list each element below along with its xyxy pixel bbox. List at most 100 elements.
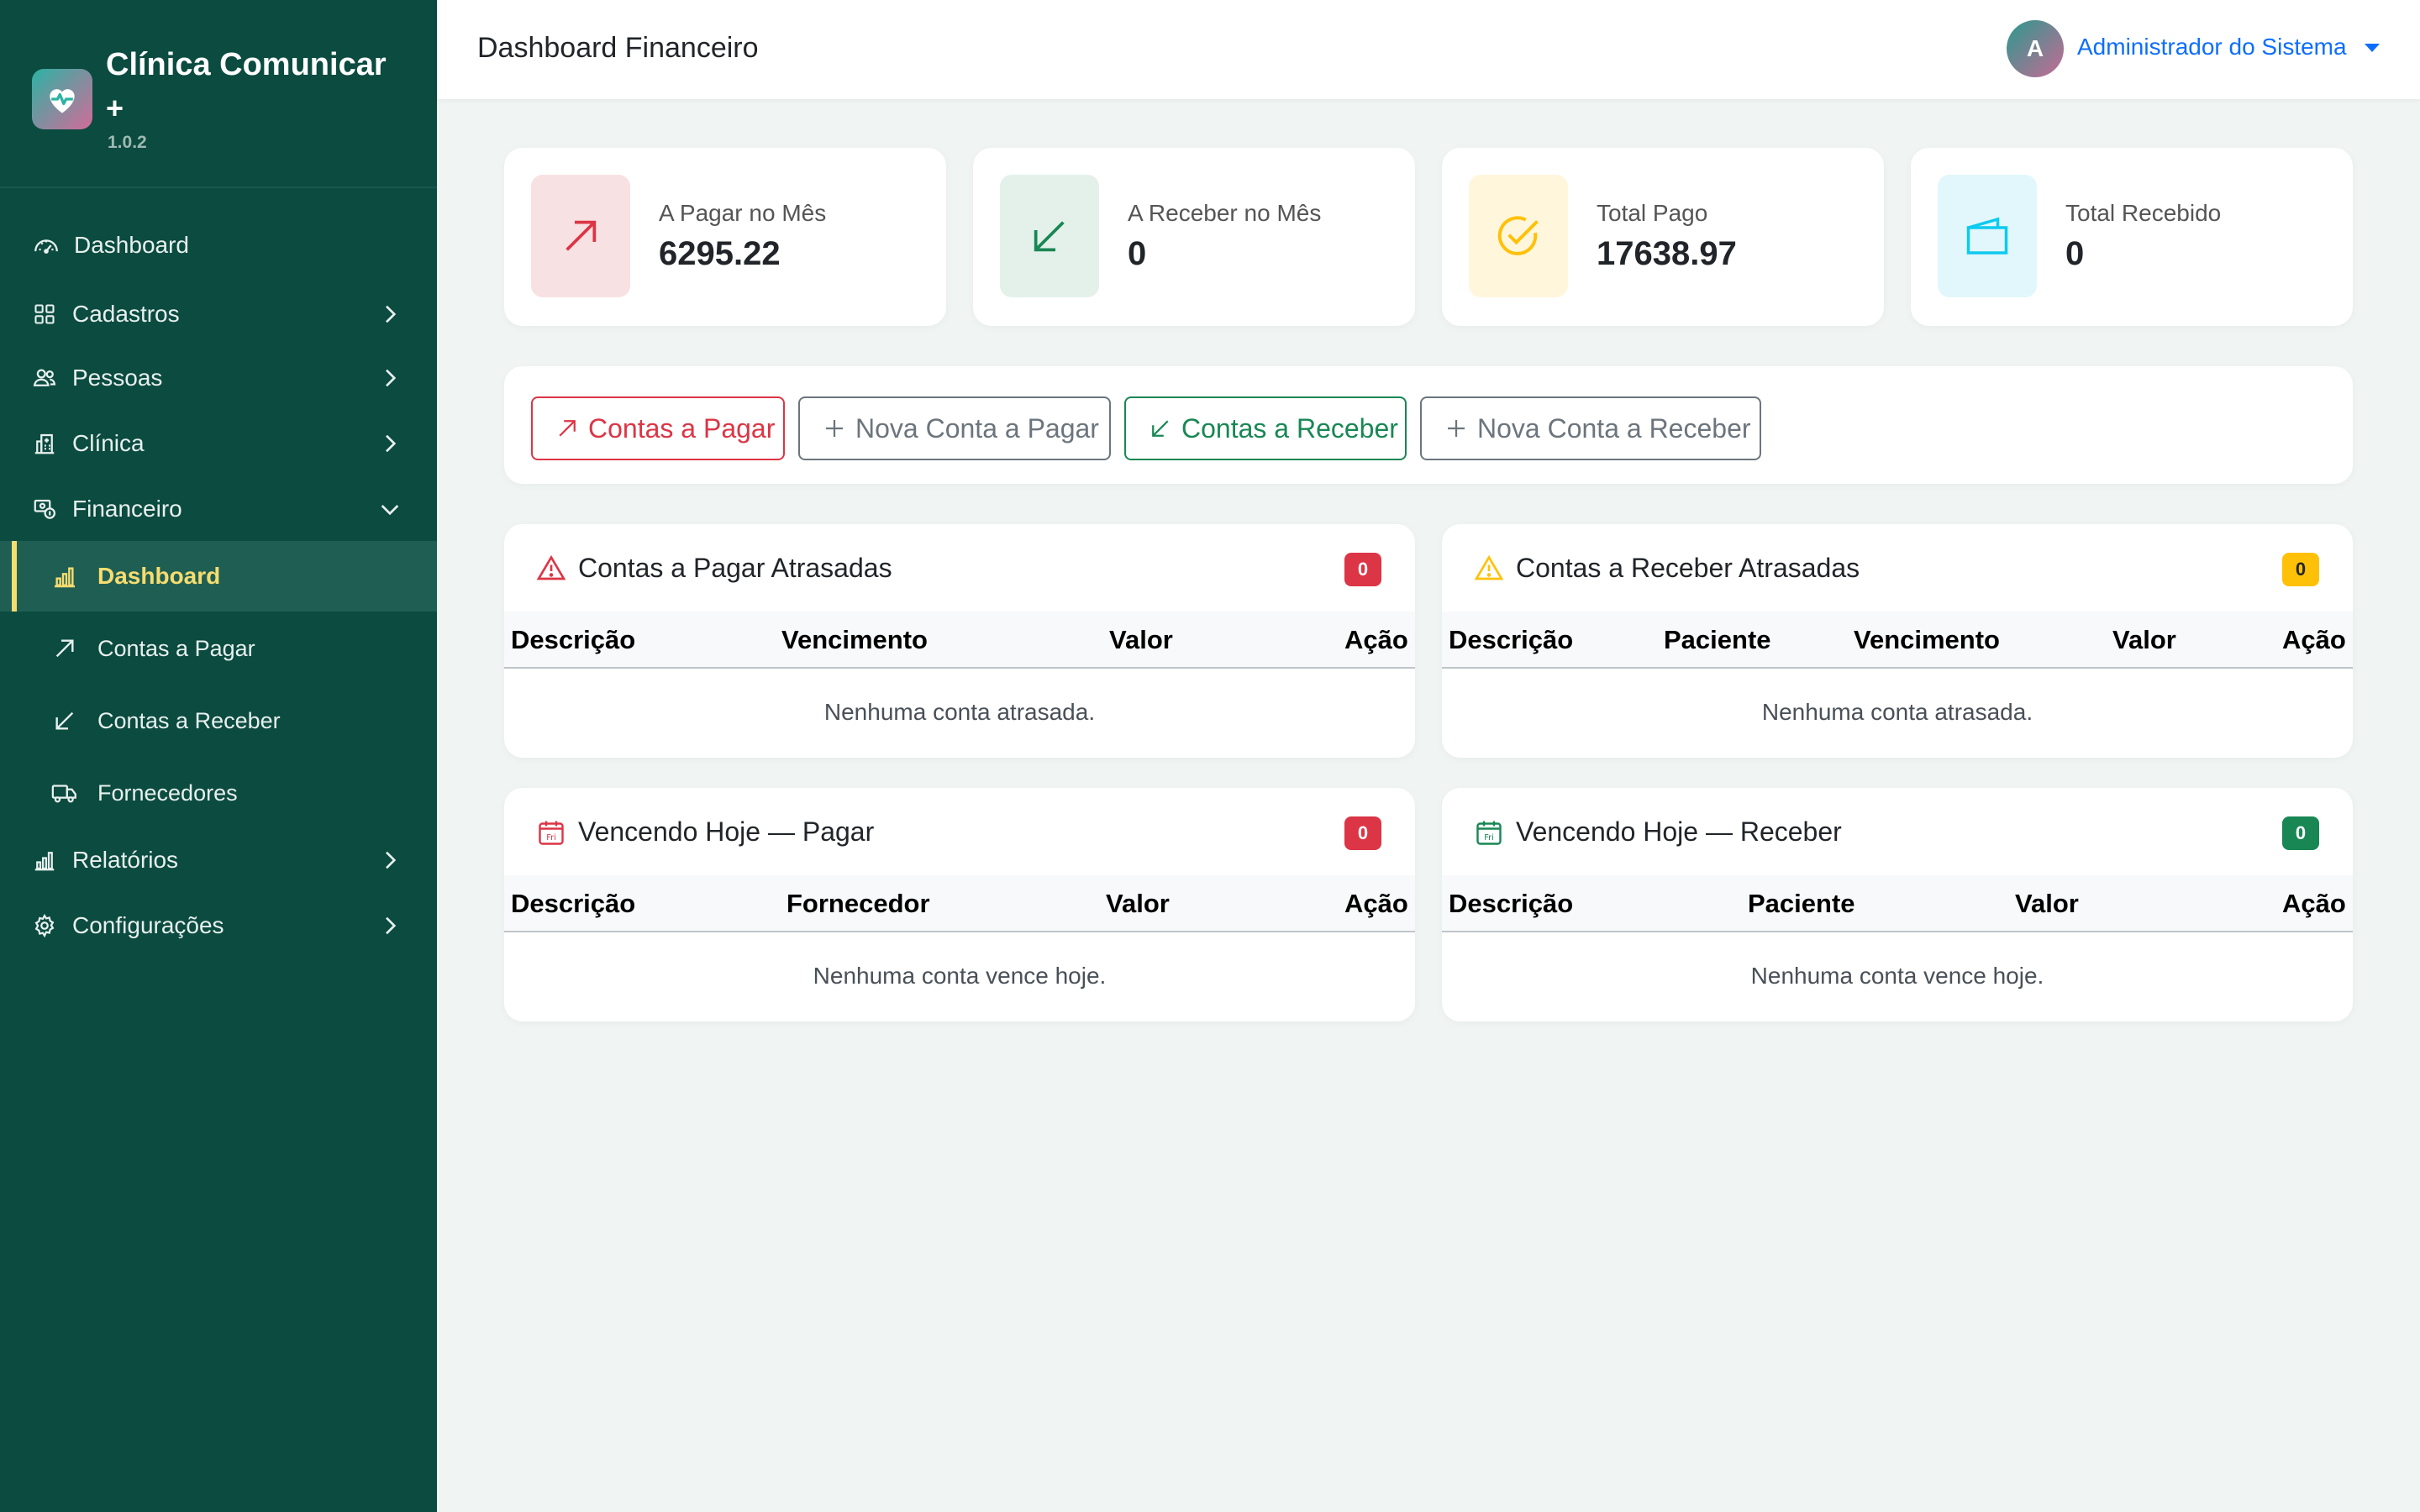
nova-conta-pagar-button[interactable]: Nova Conta a Pagar (798, 396, 1111, 460)
stat-card-total-pago: Total Pago 17638.97 (1442, 148, 1884, 326)
panel-title: Contas a Receber Atrasadas (1474, 553, 1860, 584)
sidebar-item-clinica[interactable]: Clínica (0, 412, 437, 475)
column-header[interactable]: Valor (2015, 889, 2079, 919)
truck-icon (50, 779, 79, 807)
empty-message: Nenhuma conta vence hoje. (813, 963, 1107, 989)
stat-label: A Receber no Mês (1128, 200, 1322, 226)
sidebar-item-cadastros[interactable]: Cadastros (0, 282, 437, 346)
nova-conta-receber-button[interactable]: Nova Conta a Receber (1420, 396, 1761, 460)
sidebar-item-contas-pagar[interactable]: Contas a Pagar (0, 617, 437, 680)
sidebar-item-contas-receber[interactable]: Contas a Receber (0, 689, 437, 753)
chevron-right-icon (386, 916, 397, 935)
button-label: Nova Conta a Receber (1477, 412, 1751, 444)
sidebar-item-label: Dashboard (74, 232, 189, 258)
heart-pulse-icon (32, 69, 92, 129)
sidebar-item-label: Relatórios (72, 847, 179, 873)
column-header[interactable]: Vencimento (781, 625, 928, 655)
stat-value: 17638.97 (1597, 235, 1737, 272)
warning-icon (536, 554, 566, 580)
sidebar: Clínica Comunicar + 1.0.2 Dashboard Cada… (0, 0, 437, 1512)
arrow-up-right-icon (559, 420, 576, 437)
people-icon (30, 364, 59, 392)
check-circle-icon (1469, 175, 1568, 297)
brand-name: Clínica Comunicar (106, 47, 387, 82)
column-header[interactable]: Ação (1344, 625, 1408, 655)
column-header[interactable]: Paciente (1748, 889, 1855, 919)
sidebar-item-dashboard[interactable]: Dashboard (0, 213, 437, 277)
count-badge: 0 (1344, 816, 1381, 850)
arrow-down-left-icon (1000, 175, 1099, 297)
column-header[interactable]: Descrição (511, 889, 635, 919)
panel-hoje-receber: Fri Vencendo Hoje — Receber 0 Descrição … (1442, 788, 2353, 1021)
empty-message: Nenhuma conta vence hoje. (1750, 963, 2044, 989)
panel-title: Contas a Pagar Atrasadas (536, 553, 892, 584)
panel-title: Fri Vencendo Hoje — Receber (1474, 816, 1842, 848)
column-header[interactable]: Valor (1106, 889, 1170, 919)
speedometer-icon (32, 231, 60, 260)
gear-icon (30, 911, 59, 940)
column-header[interactable]: Ação (2282, 889, 2346, 919)
sidebar-item-label: Contas a Pagar (97, 635, 255, 661)
count-badge: 0 (2282, 553, 2319, 586)
chevron-right-icon (386, 369, 397, 387)
button-label: Nova Conta a Pagar (855, 412, 1099, 444)
sidebar-item-label: Pessoas (72, 365, 163, 391)
user-menu-toggle[interactable]: Administrador do Sistema (2077, 34, 2347, 60)
sidebar-item-financeiro[interactable]: Financeiro (0, 477, 437, 541)
column-header[interactable]: Ação (1344, 889, 1408, 919)
count-badge: 0 (1344, 553, 1381, 586)
sidebar-item-label: Cadastros (72, 301, 180, 327)
arrow-down-left-icon (50, 706, 79, 735)
column-header[interactable]: Valor (1109, 625, 1173, 655)
column-header[interactable]: Descrição (1449, 889, 1573, 919)
button-label: Contas a Receber (1181, 412, 1398, 444)
sidebar-item-financeiro-dashboard[interactable]: Dashboard (0, 541, 437, 612)
arrow-up-right-icon (50, 634, 79, 663)
column-header[interactable]: Descrição (511, 625, 635, 655)
contas-receber-button[interactable]: Contas a Receber (1124, 396, 1407, 460)
plus-icon (826, 420, 843, 437)
column-header[interactable]: Vencimento (1854, 625, 2000, 655)
page-title: Dashboard Financeiro (477, 32, 759, 64)
calendar-icon: Fri (1476, 821, 1502, 845)
wallet-icon (1938, 175, 2037, 297)
panel-title-text: Vencendo Hoje — Receber (1516, 816, 1842, 847)
sidebar-item-fornecedores[interactable]: Fornecedores (0, 761, 437, 825)
table-header: Descrição Vencimento Valor Ação (504, 612, 1415, 669)
empty-message: Nenhuma conta atrasada. (1761, 699, 2033, 725)
caret-down-icon[interactable] (2365, 44, 2380, 52)
warning-icon (1474, 554, 1504, 580)
sidebar-item-label: Contas a Receber (97, 707, 281, 733)
sidebar-item-label: Clínica (72, 430, 145, 456)
sidebar-item-pessoas[interactable]: Pessoas (0, 346, 437, 410)
stat-label: A Pagar no Mês (659, 200, 827, 226)
sidebar-item-configuracoes[interactable]: Configurações (0, 894, 437, 958)
contas-pagar-button[interactable]: Contas a Pagar (531, 396, 785, 460)
actions-bar: Contas a Pagar Nova Conta a Pagar Contas… (504, 366, 2353, 484)
stat-value: 6295.22 (659, 235, 781, 272)
stat-value: 0 (2065, 235, 2085, 272)
stat-label: Total Recebido (2065, 200, 2222, 226)
app-version: 1.0.2 (108, 133, 147, 152)
avatar[interactable]: A (2007, 20, 2064, 77)
chevron-down-icon (381, 505, 399, 516)
stat-card-total-recebido: Total Recebido 0 (1911, 148, 2353, 326)
button-label: Contas a Pagar (588, 412, 776, 444)
column-header[interactable]: Ação (2282, 625, 2346, 655)
svg-text:Fri: Fri (1484, 833, 1494, 843)
column-header[interactable]: Valor (2112, 625, 2176, 655)
sidebar-divider (0, 186, 437, 188)
arrow-up-right-icon (531, 175, 630, 297)
panel-title-text: Vencendo Hoje — Pagar (578, 816, 875, 847)
brand-plus: + (106, 91, 124, 125)
column-header[interactable]: Descrição (1449, 625, 1573, 655)
chevron-right-icon (386, 305, 397, 323)
brand[interactable]: Clínica Comunicar + 1.0.2 (32, 42, 418, 168)
chevron-right-icon (386, 434, 397, 453)
panel-receber-atrasadas: Contas a Receber Atrasadas 0 Descrição P… (1442, 524, 2353, 758)
column-header[interactable]: Fornecedor (786, 889, 930, 919)
sidebar-item-relatorios[interactable]: Relatórios (0, 828, 437, 892)
table-header: Descrição Paciente Vencimento Valor Ação (1442, 612, 2353, 669)
column-header[interactable]: Paciente (1664, 625, 1771, 655)
svg-text:Fri: Fri (546, 833, 556, 843)
